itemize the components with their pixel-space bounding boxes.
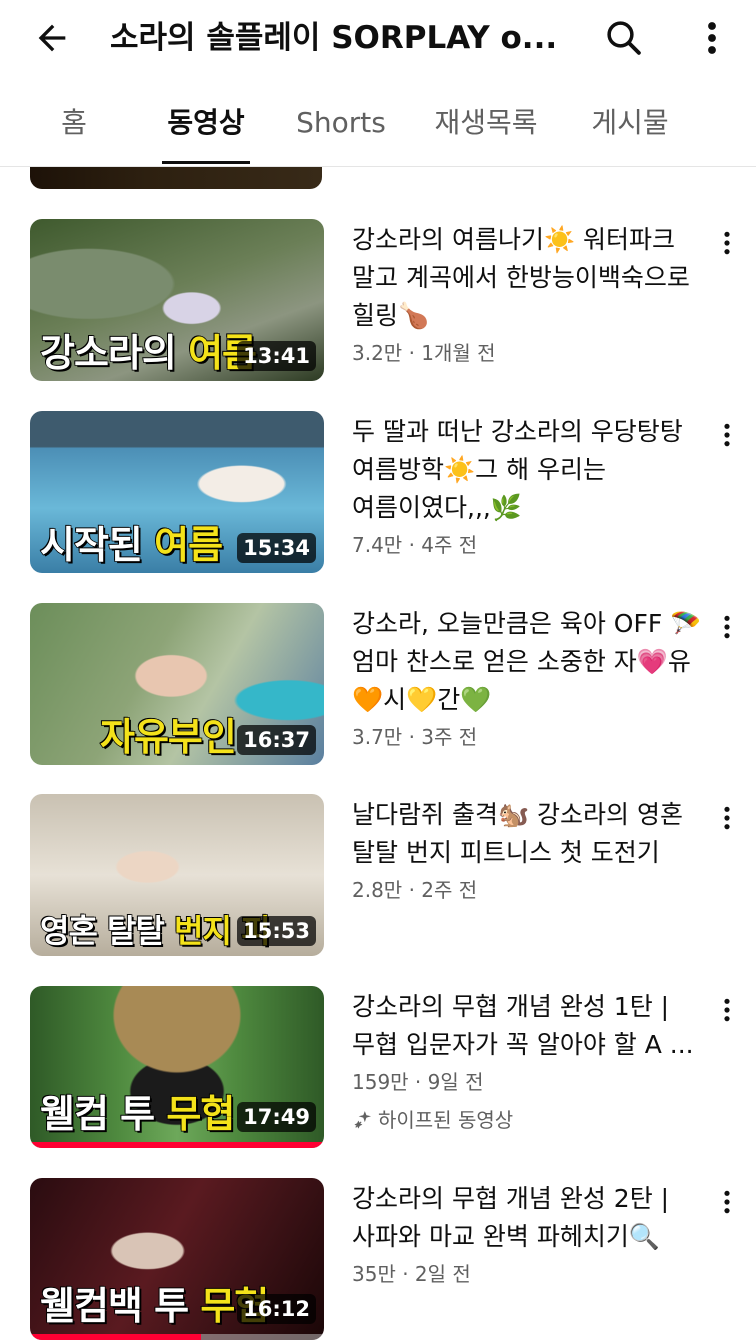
tab-playlists[interactable]: 재생목록 [428, 86, 544, 164]
video-item[interactable]: 시작된 여름 15:34 두 딸과 떠난 강소라의 우당탕탕 여름방학☀️그 해… [0, 411, 756, 581]
video-title[interactable]: 강소라의 무협 개념 완성 1탄 | 무협 입문자가 꼭 알아야 할 A ... [352, 988, 704, 1064]
more-vertical-icon [708, 22, 716, 54]
video-thumbnail[interactable]: 영혼 탈탈 번지 피 15:53 [30, 794, 324, 956]
tab-shorts[interactable]: Shorts [290, 86, 392, 164]
video-meta: 35만 · 2일 전 [352, 1262, 471, 1286]
video-title[interactable]: 날다람쥐 출격🐿️ 강소라의 영혼 탈탈 번지 피트니스 첫 도전기 [352, 796, 704, 872]
thumbnail-caption: 영혼 탈탈 번지 피 [39, 911, 271, 951]
thumbnail-caption: 자유부인 [99, 714, 237, 760]
more-vertical-icon [724, 998, 730, 1022]
video-menu-button[interactable] [712, 415, 742, 455]
video-menu-button[interactable] [712, 798, 742, 838]
hype-icon [354, 1111, 372, 1129]
video-item[interactable]: 자유부인 16:37 강소라, 오늘만큼은 육아 OFF 🪂 엄마 찬스로 얻은… [0, 603, 756, 773]
video-menu-button[interactable] [712, 1182, 742, 1222]
video-meta: 3.2만 · 1개월 전 [352, 341, 496, 365]
video-title[interactable]: 두 딸과 떠난 강소라의 우당탕탕 여름방학☀️그 해 우리는 여름이였다,,,… [352, 413, 704, 527]
more-options-button[interactable] [688, 12, 736, 64]
video-title[interactable]: 강소라의 무협 개념 완성 2탄 | 사파와 마교 완벽 파헤치기🔍 [352, 1180, 704, 1256]
watch-progress-bar [30, 1334, 201, 1340]
more-vertical-icon [724, 423, 730, 447]
more-vertical-icon [724, 231, 730, 255]
video-thumbnail[interactable]: 웰컴 투 무협 17:49 [30, 986, 324, 1148]
video-item[interactable]: 강소라의 여름 13:41 강소라의 여름나기☀️ 워터파크 말고 계곡에서 한… [0, 219, 756, 389]
tab-posts[interactable]: 게시물 [584, 86, 676, 164]
previous-video-thumbnail[interactable] [30, 167, 322, 189]
hyped-badge: 하이프된 동영상 [352, 1104, 704, 1136]
video-thumbnail[interactable]: 웰컴백 투 무협 16:12 [30, 1178, 324, 1340]
thumbnail-caption: 웰컴 투 무협 [39, 1091, 236, 1137]
arrow-left-icon [38, 24, 66, 52]
video-menu-button[interactable] [712, 607, 742, 647]
thumbnail-caption: 웰컴백 투 무협 [39, 1283, 270, 1329]
app-bar: 소라의 솔플레이 SORPLAY o... [0, 0, 756, 76]
video-duration: 13:41 [237, 341, 316, 371]
video-meta: 2.8만 · 2주 전 [352, 878, 478, 902]
search-icon [607, 21, 641, 55]
video-duration: 15:34 [237, 533, 316, 563]
more-vertical-icon [724, 806, 730, 830]
channel-title: 소라의 솔플레이 SORPLAY o... [110, 20, 558, 56]
video-title[interactable]: 강소라, 오늘만큼은 육아 OFF 🪂 엄마 찬스로 얻은 소중한 자💗유🧡시💛… [352, 605, 704, 719]
video-item[interactable]: 웰컴백 투 무협 16:12 강소라의 무협 개념 완성 2탄 | 사파와 마교… [0, 1178, 756, 1344]
video-duration: 17:49 [237, 1102, 316, 1132]
video-duration: 16:37 [237, 725, 316, 755]
video-thumbnail[interactable]: 자유부인 16:37 [30, 603, 324, 765]
video-meta: 159만 · 9일 전 [352, 1070, 484, 1094]
video-feed: 강소라의 여름 13:41 강소라의 여름나기☀️ 워터파크 말고 계곡에서 한… [0, 167, 756, 1344]
watch-progress-bar [30, 1142, 324, 1148]
video-menu-button[interactable] [712, 223, 742, 263]
channel-tabs: 홈 동영상 Shorts 재생목록 게시물 [0, 86, 756, 167]
video-item[interactable]: 웰컴 투 무협 17:49 강소라의 무협 개념 완성 1탄 | 무협 입문자가… [0, 986, 756, 1156]
video-duration: 16:12 [237, 1294, 316, 1324]
search-button[interactable] [598, 12, 650, 64]
video-thumbnail[interactable]: 강소라의 여름 13:41 [30, 219, 324, 381]
video-meta: 7.4만 · 4주 전 [352, 533, 478, 557]
thumbnail-caption: 강소라의 여름 [39, 330, 257, 376]
video-menu-button[interactable] [712, 990, 742, 1030]
more-vertical-icon [724, 615, 730, 639]
back-button[interactable] [28, 14, 76, 62]
video-duration: 15:53 [237, 916, 316, 946]
video-thumbnail[interactable]: 시작된 여름 15:34 [30, 411, 324, 573]
video-meta: 3.7만 · 3주 전 [352, 725, 478, 749]
video-title[interactable]: 강소라의 여름나기☀️ 워터파크 말고 계곡에서 한방능이백숙으로 힐링🍗 [352, 221, 704, 335]
more-vertical-icon [724, 1190, 730, 1214]
tab-videos[interactable]: 동영상 [162, 86, 250, 164]
video-item[interactable]: 영혼 탈탈 번지 피 15:53 날다람쥐 출격🐿️ 강소라의 영혼 탈탈 번지… [0, 794, 756, 964]
thumbnail-caption: 시작된 여름 [39, 522, 224, 568]
tab-home[interactable]: 홈 [44, 86, 104, 164]
